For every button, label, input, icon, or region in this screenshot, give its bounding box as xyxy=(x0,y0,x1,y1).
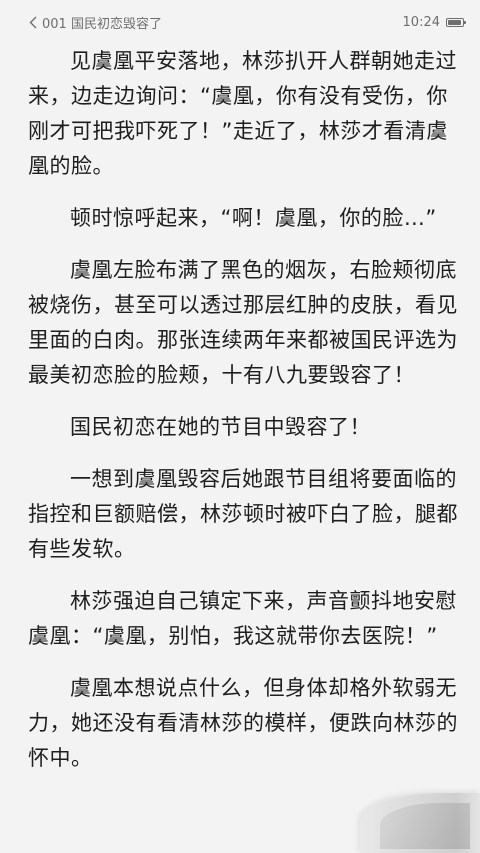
status-indicators: 10:24 xyxy=(402,14,466,30)
battery-icon xyxy=(446,17,466,27)
paragraph: 见虞凰平安落地，林莎扒开人群朝她走过来，边走边询问：“虞凰，你有没有受伤，你刚才… xyxy=(28,49,457,178)
paragraph: 顿时惊呼起来，“啊！虞凰，你的脸…” xyxy=(70,206,437,230)
paragraph: 虞凰本想说点什么，但身体却格外软弱无力，她还没有看清林莎的模样，便跌向林莎的怀中… xyxy=(28,676,458,770)
paragraph: 林莎强迫自己镇定下来，声音颤抖地安慰虞凰：“虞凰，别怕，我这就带你去医院！” xyxy=(28,589,457,648)
status-bar: 001 国民初恋毁容了 10:24 xyxy=(0,0,480,44)
reader-content[interactable]: 见虞凰平安落地，林莎扒开人群朝她走过来，边走边询问：“虞凰，你有没有受伤，你刚才… xyxy=(28,44,458,793)
page-curl[interactable] xyxy=(360,793,480,853)
chevron-left-icon[interactable] xyxy=(28,15,38,29)
paragraph: 国民初恋在她的节目中毁容了！ xyxy=(70,415,371,439)
paragraph: 一想到虞凰毁容后她跟节目组将要面临的指控和巨额赔偿，林莎顿时被吓白了脸，腿都有些… xyxy=(28,467,458,561)
paragraph: 虞凰左脸布满了黑色的烟灰，右脸颊彻底被烧伤，甚至可以透过那层红肿的皮肤，看见里面… xyxy=(28,258,458,387)
chapter-title[interactable]: 001 国民初恋毁容了 xyxy=(42,13,162,32)
clock-time: 10:24 xyxy=(402,14,440,30)
chapter-header[interactable]: 001 国民初恋毁容了 xyxy=(28,13,162,32)
